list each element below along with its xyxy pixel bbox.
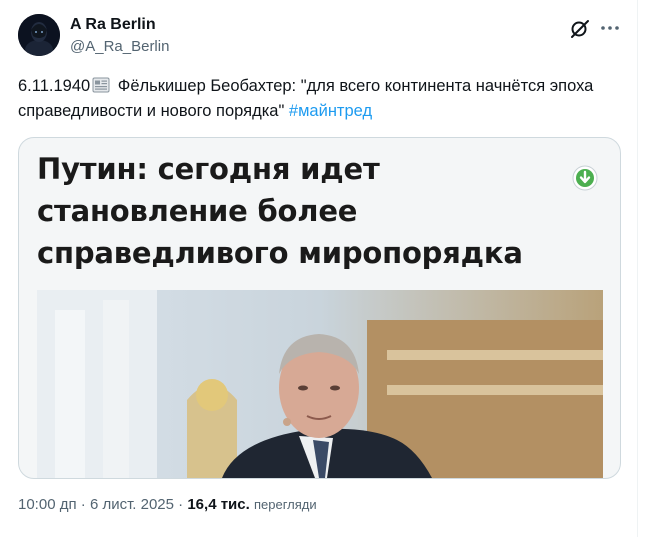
tweet-date[interactable]: 6 лист. 2025 [90,496,174,513]
card-headline: Путин: сегодня идет становление более сп… [37,152,523,270]
author-handle[interactable]: @A_Ra_Berlin [70,38,169,55]
tweet-time[interactable]: 10:00 дп [18,496,77,513]
newspaper-icon [92,76,110,93]
tweet: A Ra Berlin @A_Ra_Berlin 6.11.1940 Фёльк… [0,0,652,537]
timeline-divider [637,0,638,537]
grok-icon[interactable] [568,16,592,40]
tweet-text: 6.11.1940 Фёлькишер Беобахтер: "для всег… [18,74,618,124]
tweet-meta: 10:00 дп · 6 лист. 2025 · 16,4 тис. пере… [18,496,317,513]
avatar-image [18,14,60,56]
avatar[interactable] [18,14,60,56]
meta-separator: · [76,496,90,513]
hashtag-link[interactable]: #майнтред [289,102,372,120]
views-label: перегляди [253,497,317,512]
tweet-date-prefix: 6.11.1940 [18,77,91,95]
download-icon[interactable] [571,164,599,192]
more-options-icon[interactable] [598,16,622,40]
media-card[interactable]: Путин: сегодня идет становление более сп… [18,137,621,479]
news-photo [37,290,603,478]
views-count[interactable]: 16,4 тис. [187,496,249,513]
meta-separator-2: · [174,496,188,513]
author-name[interactable]: A Ra Berlin [70,16,156,34]
